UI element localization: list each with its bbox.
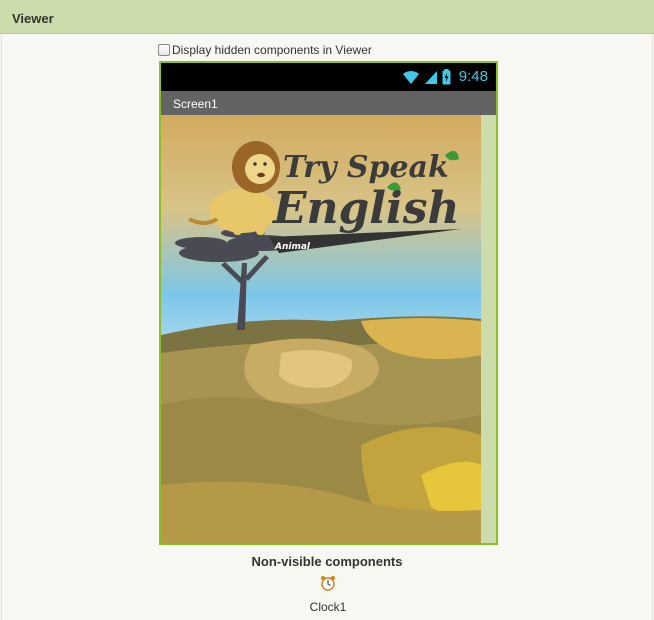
screen-title-bar: Screen1 (161, 91, 496, 115)
splash-title-line1: Try Speak (283, 150, 449, 185)
display-hidden-checkbox[interactable] (158, 44, 170, 56)
wifi-icon (402, 70, 419, 84)
phone-preview: 9:48 Screen1 Try Speak English Animal (159, 61, 498, 545)
clock-icon (321, 576, 335, 591)
viewer-title: Viewer (12, 11, 54, 26)
screen-title: Screen1 (173, 97, 218, 111)
non-visible-components-title: Non-visible components (251, 554, 403, 569)
screen-scrollbar[interactable] (481, 115, 496, 543)
non-visible-component-clock[interactable]: Clock1 (300, 575, 356, 614)
screen-canvas[interactable]: Try Speak English Animal (161, 115, 496, 543)
battery-icon (442, 68, 451, 84)
splash-ribbon-text: Animal (274, 242, 311, 252)
viewer-panel-header: Viewer (0, 0, 654, 34)
clock-label: Clock1 (309, 600, 347, 614)
phone-status-bar: 9:48 (161, 63, 496, 91)
splash-title-line2: English (271, 183, 459, 234)
display-hidden-label: Display hidden components in Viewer (172, 43, 372, 57)
display-hidden-components-toggle[interactable]: Display hidden components in Viewer (158, 42, 372, 58)
status-time: 9:48 (458, 68, 488, 85)
signal-icon (424, 70, 437, 84)
splash-image: Try Speak English Animal (161, 115, 481, 543)
